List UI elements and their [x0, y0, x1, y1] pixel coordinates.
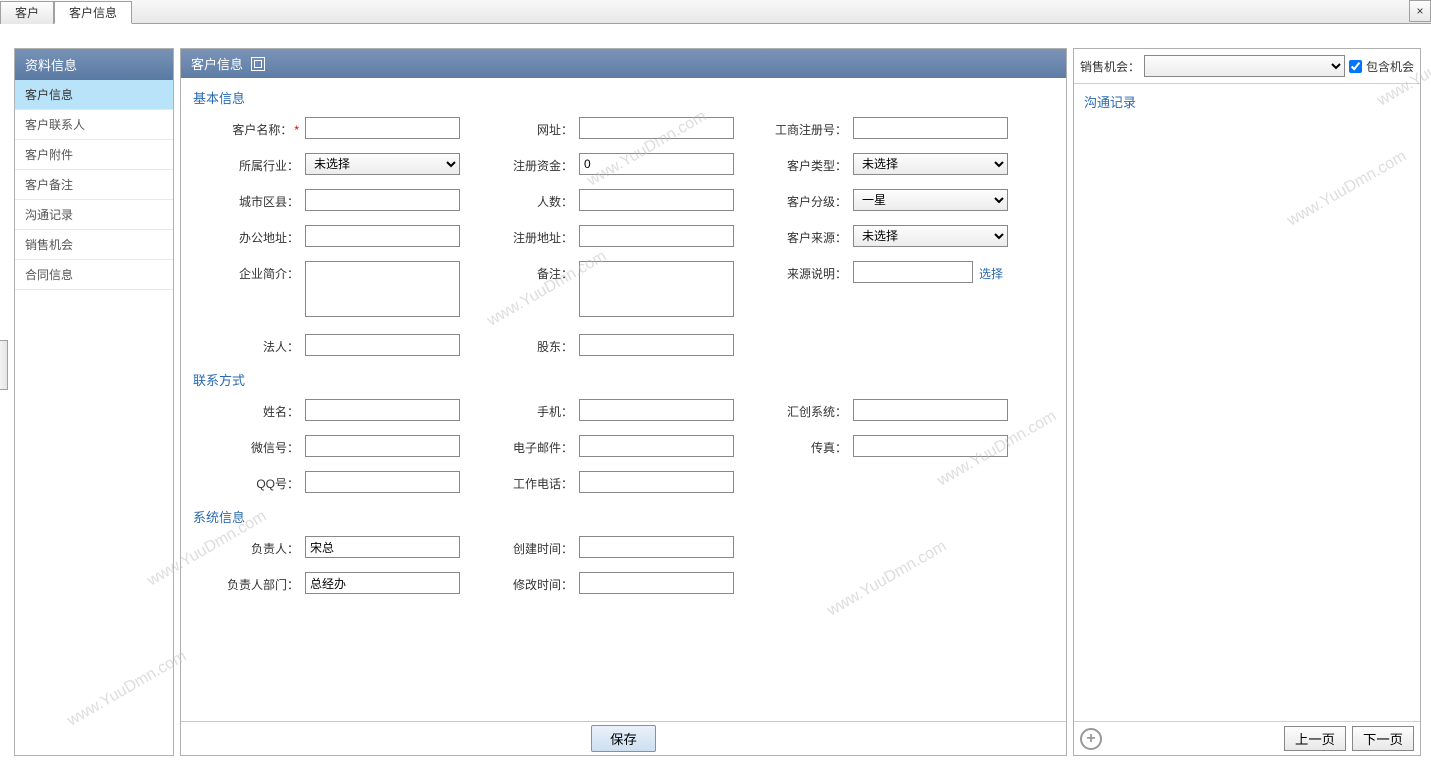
sidebar-item-customer-info[interactable]: 客户信息: [15, 80, 173, 110]
sidebar: 资料信息 客户信息 客户联系人 客户附件 客户备注 沟通记录 销售机会 合同信息: [14, 48, 174, 756]
input-mtime[interactable]: [579, 572, 734, 594]
sidebar-header: 资料信息: [15, 49, 173, 80]
input-owner[interactable]: [305, 536, 460, 558]
input-addr[interactable]: [305, 225, 460, 247]
sidebar-item-comm-log[interactable]: 沟通记录: [15, 200, 173, 230]
lbl-legal: 法人：: [193, 334, 303, 355]
lbl-ctype: 客户类型：: [741, 153, 851, 174]
lbl-dept: 负责人部门：: [193, 572, 303, 593]
input-dept[interactable]: [305, 572, 460, 594]
center-title: 客户信息: [191, 54, 243, 73]
sidebar-item-contacts[interactable]: 客户联系人: [15, 110, 173, 140]
input-srcnote[interactable]: [853, 261, 973, 283]
select-industry[interactable]: 未选择: [305, 153, 460, 175]
input-mobile[interactable]: [579, 399, 734, 421]
lbl-source: 客户来源：: [741, 225, 851, 246]
input-tel[interactable]: [579, 471, 734, 493]
lbl-mobile: 手机：: [467, 399, 577, 420]
prev-page-button[interactable]: 上一页: [1284, 726, 1346, 751]
lbl-qq: QQ号：: [193, 471, 303, 492]
grid-system: 负责人： 创建时间： 负责人部门： 修改时间：: [193, 536, 1053, 594]
input-wechat[interactable]: [305, 435, 460, 457]
input-email[interactable]: [579, 435, 734, 457]
lbl-count: 人数：: [467, 189, 577, 210]
lbl-regaddr: 注册地址：: [467, 225, 577, 246]
link-srcnote-choose[interactable]: 选择: [979, 261, 1003, 282]
lbl-email: 电子邮件：: [467, 435, 577, 456]
lbl-srcnote: 来源说明：: [741, 261, 851, 282]
lbl-sale-opp: 销售机会：: [1080, 58, 1140, 75]
section-contact-title: 联系方式: [193, 370, 1054, 389]
section-basic-title: 基本信息: [193, 88, 1054, 107]
input-ctime[interactable]: [579, 536, 734, 558]
lbl-customer-name: 客户名称：*: [193, 117, 303, 138]
textarea-remark[interactable]: [579, 261, 734, 317]
lbl-grade: 客户分级：: [741, 189, 851, 210]
lbl-fax: 传真：: [741, 435, 851, 456]
lbl-cname: 姓名：: [193, 399, 303, 420]
section-system-title: 系统信息: [193, 507, 1054, 526]
input-url[interactable]: [579, 117, 734, 139]
input-holder[interactable]: [579, 334, 734, 356]
right-log-body: [1074, 117, 1420, 721]
add-icon[interactable]: +: [1080, 728, 1102, 750]
bottom-bar: 保存: [181, 721, 1066, 755]
lbl-regno: 工商注册号：: [741, 117, 851, 138]
tab-customer-info[interactable]: 客户信息: [54, 1, 132, 24]
input-sys[interactable]: [853, 399, 1008, 421]
select-grade[interactable]: 一星: [853, 189, 1008, 211]
input-customer-name[interactable]: [305, 117, 460, 139]
right-top: 销售机会： 包含机会: [1074, 49, 1420, 84]
sidebar-item-remarks[interactable]: 客户备注: [15, 170, 173, 200]
input-fax[interactable]: [853, 435, 1008, 457]
lbl-industry: 所属行业：: [193, 153, 303, 174]
lbl-owner: 负责人：: [193, 536, 303, 557]
sidebar-item-sales-opp[interactable]: 销售机会: [15, 230, 173, 260]
select-ctype[interactable]: 未选择: [853, 153, 1008, 175]
textarea-intro[interactable]: [305, 261, 460, 317]
lbl-url: 网址：: [467, 117, 577, 138]
center-pane: 客户信息 基本信息 客户名称：* 网址： 工商注册号： 所属行业： 未选择 注册…: [180, 48, 1067, 756]
right-pane: 销售机会： 包含机会 沟通记录 + 上一页 下一页: [1073, 48, 1421, 756]
lbl-mtime: 修改时间：: [467, 572, 577, 593]
lbl-include-opp: 包含机会: [1366, 58, 1414, 75]
lbl-regcap: 注册资金：: [467, 153, 577, 174]
left-expand-handle[interactable]: [0, 340, 8, 390]
lbl-ctime: 创建时间：: [467, 536, 577, 557]
sidebar-item-contracts[interactable]: 合同信息: [15, 260, 173, 290]
input-city[interactable]: [305, 189, 460, 211]
lbl-addr: 办公地址：: [193, 225, 303, 246]
lbl-intro: 企业简介：: [193, 261, 303, 282]
center-header: 客户信息: [181, 49, 1066, 78]
select-source[interactable]: 未选择: [853, 225, 1008, 247]
tabs-bar: 客户 客户信息 ×: [0, 0, 1431, 24]
right-log-title: 沟通记录: [1074, 84, 1420, 117]
tab-close-button[interactable]: ×: [1409, 0, 1431, 22]
lbl-city: 城市区县：: [193, 189, 303, 210]
next-page-button[interactable]: 下一页: [1352, 726, 1414, 751]
fullscreen-icon[interactable]: [251, 57, 265, 71]
lbl-tel: 工作电话：: [467, 471, 577, 492]
lbl-wechat: 微信号：: [193, 435, 303, 456]
form-scroll: 基本信息 客户名称：* 网址： 工商注册号： 所属行业： 未选择 注册资金： 客…: [181, 78, 1066, 755]
sidebar-item-attachments[interactable]: 客户附件: [15, 140, 173, 170]
lbl-sys: 汇创系统：: [741, 399, 851, 420]
tab-customer[interactable]: 客户: [0, 1, 54, 24]
input-regaddr[interactable]: [579, 225, 734, 247]
checkbox-include-opp[interactable]: [1349, 60, 1362, 73]
input-qq[interactable]: [305, 471, 460, 493]
select-sale-opp[interactable]: [1144, 55, 1345, 77]
input-regcap[interactable]: [579, 153, 734, 175]
lbl-holder: 股东：: [467, 334, 577, 355]
right-footer: + 上一页 下一页: [1074, 721, 1420, 755]
grid-contact: 姓名： 手机： 汇创系统： 微信号： 电子邮件： 传真： QQ号： 工作电话：: [193, 399, 1053, 493]
input-legal[interactable]: [305, 334, 460, 356]
input-count[interactable]: [579, 189, 734, 211]
lbl-remark: 备注：: [467, 261, 577, 282]
main-wrap: 资料信息 客户信息 客户联系人 客户附件 客户备注 沟通记录 销售机会 合同信息…: [0, 24, 1431, 762]
grid-basic: 客户名称：* 网址： 工商注册号： 所属行业： 未选择 注册资金： 客户类型： …: [193, 117, 1053, 356]
save-button[interactable]: 保存: [591, 725, 656, 752]
input-cname[interactable]: [305, 399, 460, 421]
input-regno[interactable]: [853, 117, 1008, 139]
